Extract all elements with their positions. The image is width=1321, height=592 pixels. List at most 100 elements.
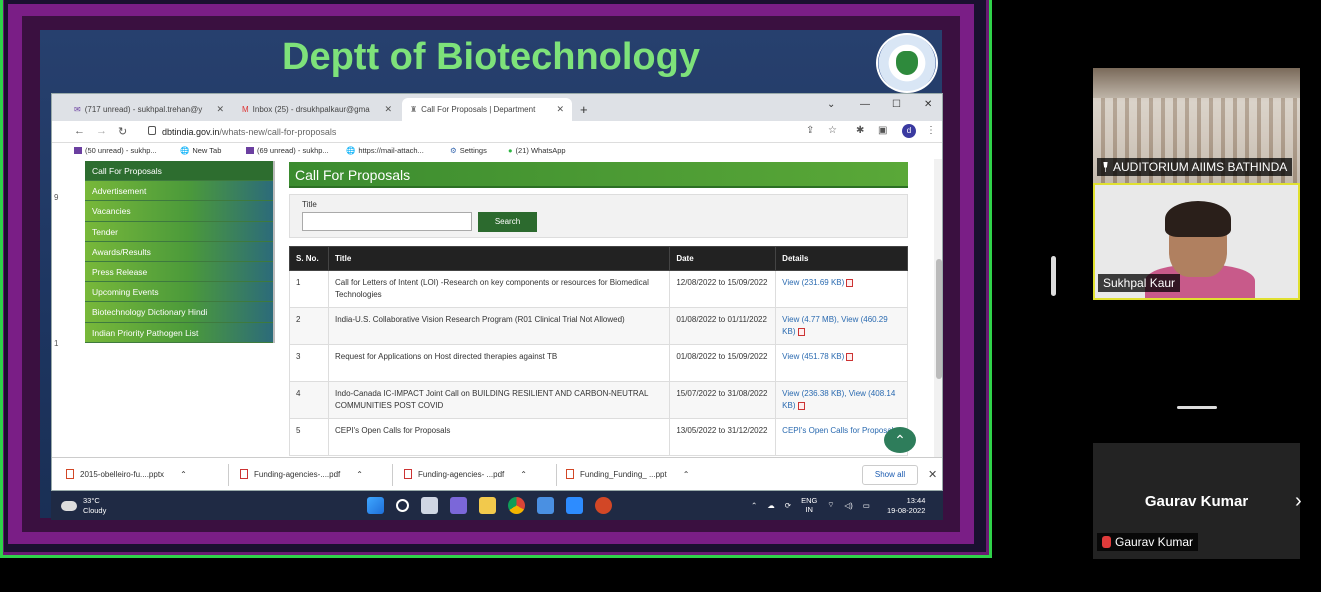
bookmark-item[interactable]: (50 unread) - sukhp... bbox=[74, 146, 157, 155]
maximize-button[interactable]: ☐ bbox=[892, 99, 901, 110]
side-menu: Call For Proposals Advertisement Vacanci… bbox=[85, 161, 275, 343]
shared-screen: Deptt of Biotechnology ✉ (717 unread) - … bbox=[0, 0, 992, 592]
extensions-icon[interactable]: ✱ bbox=[856, 125, 864, 136]
bookmark-item[interactable]: 🌐 https://mail-attach... bbox=[346, 146, 424, 155]
language-indicator[interactable]: ENG IN bbox=[801, 496, 817, 514]
menu-item-biotech-dictionary-hindi[interactable]: Biotechnology Dictionary Hindi bbox=[85, 302, 273, 323]
mail-icon: ✉ bbox=[74, 105, 81, 114]
sync-icon[interactable]: ⟳ bbox=[785, 501, 791, 510]
view-link[interactable]: View (451.78 KB) bbox=[782, 352, 844, 361]
details-cell: View (451.78 KB) bbox=[775, 344, 908, 382]
download-item[interactable]: Funding-agencies- ...pdf ⌃ bbox=[404, 469, 527, 479]
menu-item-press-release[interactable]: Press Release bbox=[85, 261, 273, 283]
tab-gmail-inbox[interactable]: M Inbox (25) - drsukhpalkaur@gma ✕ bbox=[234, 98, 400, 121]
web-page: 9 1 Call For Proposals Advertisement Vac… bbox=[52, 159, 942, 457]
column-header: S. No. bbox=[289, 246, 329, 271]
participant-name-tag: AUDITORIUM AIIMS BATHINDA bbox=[1097, 158, 1293, 176]
pdf-icon bbox=[797, 327, 805, 336]
back-arrow-icon[interactable]: ← bbox=[74, 125, 85, 137]
chevron-up-icon[interactable]: ⌃ bbox=[180, 470, 187, 479]
table-row: 2 India-U.S. Collaborative Vision Resear… bbox=[289, 307, 908, 345]
wifi-icon[interactable]: ⌔ bbox=[827, 500, 834, 510]
bookmarks-bar: (50 unread) - sukhp... 🌐 New Tab (69 unre… bbox=[52, 143, 942, 159]
view-link[interactable]: View (231.69 KB) bbox=[782, 278, 844, 287]
close-tab-icon[interactable]: ✕ bbox=[384, 104, 392, 115]
bookmark-item[interactable]: ● (21) WhatsApp bbox=[508, 146, 566, 155]
bookmark-star-icon[interactable]: ☆ bbox=[828, 125, 837, 136]
chrome-icon[interactable] bbox=[508, 497, 525, 514]
page-scrollbar[interactable] bbox=[934, 159, 942, 457]
scroll-to-top-button[interactable]: ⌃ bbox=[884, 427, 916, 453]
weather-widget[interactable]: 33°C Cloudy bbox=[61, 496, 106, 516]
tab-call-for-proposals[interactable]: ♜ Call For Proposals | Department ✕ bbox=[402, 98, 572, 121]
menu-item-advertisement[interactable]: Advertisement bbox=[85, 181, 273, 202]
tab-mail-yahoo[interactable]: ✉ (717 unread) - sukhpal.trehan@y ✕ bbox=[66, 98, 232, 121]
details-cell: View (231.69 KB) bbox=[775, 270, 908, 308]
menu-item-call-for-proposals[interactable]: Call For Proposals bbox=[85, 161, 273, 182]
close-tab-icon[interactable]: ✕ bbox=[556, 104, 564, 115]
cepi-link[interactable]: CEPI's Open Calls for Proposals bbox=[782, 426, 897, 435]
battery-icon[interactable]: ▭ bbox=[863, 501, 870, 510]
windows-taskbar: 33°C Cloudy ⌃ ☁ ⟳ ENG IN ⌔ ◁) ▭ 13:44 19… bbox=[51, 491, 943, 520]
search-icon[interactable] bbox=[396, 499, 409, 512]
show-all-button[interactable]: Show all bbox=[862, 465, 918, 485]
ppt-file-icon bbox=[566, 469, 574, 479]
panel-resize-handle[interactable] bbox=[1051, 256, 1056, 296]
details-cell: View (4.77 MB), View (460.29 KB) bbox=[775, 307, 908, 345]
mic-muted-icon bbox=[1102, 536, 1111, 548]
share-icon[interactable]: ⇪ bbox=[806, 125, 814, 136]
window-close-button[interactable]: ✕ bbox=[924, 99, 932, 110]
address-bar-row: ← → ↻ dbtindia.gov.in/whats-new/call-for… bbox=[52, 121, 942, 143]
close-tab-icon[interactable]: ✕ bbox=[216, 104, 224, 115]
title-label: Title bbox=[302, 200, 317, 209]
chat-icon[interactable] bbox=[450, 497, 467, 514]
chevron-up-icon[interactable]: ⌃ bbox=[751, 501, 757, 510]
download-item[interactable]: Funding_Funding_ ...ppt ⌃ bbox=[566, 469, 689, 479]
windows-start-icon[interactable] bbox=[367, 497, 384, 514]
cloud-icon[interactable]: ☁ bbox=[767, 501, 775, 510]
chevron-up-icon[interactable]: ⌃ bbox=[356, 470, 363, 479]
menu-item-upcoming-events[interactable]: Upcoming Events bbox=[85, 282, 273, 303]
chevron-right-icon[interactable]: › bbox=[1295, 490, 1302, 513]
reload-icon[interactable]: ↻ bbox=[118, 125, 127, 138]
file-explorer-icon[interactable] bbox=[479, 497, 496, 514]
download-item[interactable]: Funding-agencies-....pdf ⌃ bbox=[240, 469, 363, 479]
powerpoint-icon[interactable] bbox=[595, 497, 612, 514]
lock-icon bbox=[148, 126, 156, 135]
task-view-icon[interactable] bbox=[421, 497, 438, 514]
pdf-icon bbox=[846, 352, 854, 361]
zoom-icon[interactable] bbox=[566, 497, 583, 514]
cloud-icon bbox=[61, 501, 77, 511]
bookmark-item[interactable]: (69 unread) - sukhp... bbox=[246, 146, 329, 155]
clock[interactable]: 13:44 19-08-2022 bbox=[887, 496, 925, 516]
panel-drag-handle[interactable] bbox=[1177, 406, 1217, 409]
system-tray: ⌃ ☁ ⟳ ENG IN ⌔ ◁) ▭ bbox=[751, 496, 870, 514]
url-field[interactable]: dbtindia.gov.in/whats-new/call-for-propo… bbox=[162, 127, 336, 137]
title-search-input[interactable] bbox=[302, 212, 472, 231]
participant-video-auditorium[interactable]: AUDITORIUM AIIMS BATHINDA bbox=[1093, 68, 1300, 183]
menu-item-awards-results[interactable]: Awards/Results bbox=[85, 241, 273, 262]
close-downloads-icon[interactable]: ✕ bbox=[928, 468, 937, 481]
participant-tile-no-video[interactable]: Gaurav Kumar Gaurav Kumar bbox=[1093, 443, 1300, 559]
volume-icon[interactable]: ◁) bbox=[844, 501, 852, 510]
chevron-up-icon[interactable]: ⌃ bbox=[520, 470, 527, 479]
sidepanel-icon[interactable]: ▣ bbox=[878, 125, 887, 136]
download-item[interactable]: 2015-obelleiro-fu....pptx ⌃ bbox=[66, 469, 187, 479]
scrollbar-thumb[interactable] bbox=[936, 259, 942, 379]
participant-name-tag: Gaurav Kumar bbox=[1097, 533, 1199, 551]
minimize-button[interactable]: — bbox=[860, 99, 870, 110]
menu-item-tender[interactable]: Tender bbox=[85, 221, 273, 242]
forward-arrow-icon[interactable]: → bbox=[96, 125, 107, 137]
tab-search-icon[interactable]: ⌄ bbox=[827, 99, 835, 110]
store-icon[interactable] bbox=[537, 497, 554, 514]
search-button[interactable]: Search bbox=[478, 212, 537, 232]
new-tab-button[interactable]: + bbox=[580, 102, 588, 117]
bookmark-item[interactable]: ⚙ Settings bbox=[450, 146, 487, 155]
menu-dots-icon[interactable]: ⋮ bbox=[926, 125, 936, 136]
profile-avatar[interactable]: d bbox=[902, 124, 916, 138]
chevron-up-icon[interactable]: ⌃ bbox=[683, 470, 690, 479]
bookmark-item[interactable]: 🌐 New Tab bbox=[180, 146, 221, 155]
menu-item-vacancies[interactable]: Vacancies bbox=[85, 201, 273, 222]
participant-video-speaker[interactable]: Sukhpal Kaur bbox=[1093, 183, 1300, 300]
menu-item-priority-pathogen-list[interactable]: Indian Priority Pathogen List bbox=[85, 322, 273, 343]
